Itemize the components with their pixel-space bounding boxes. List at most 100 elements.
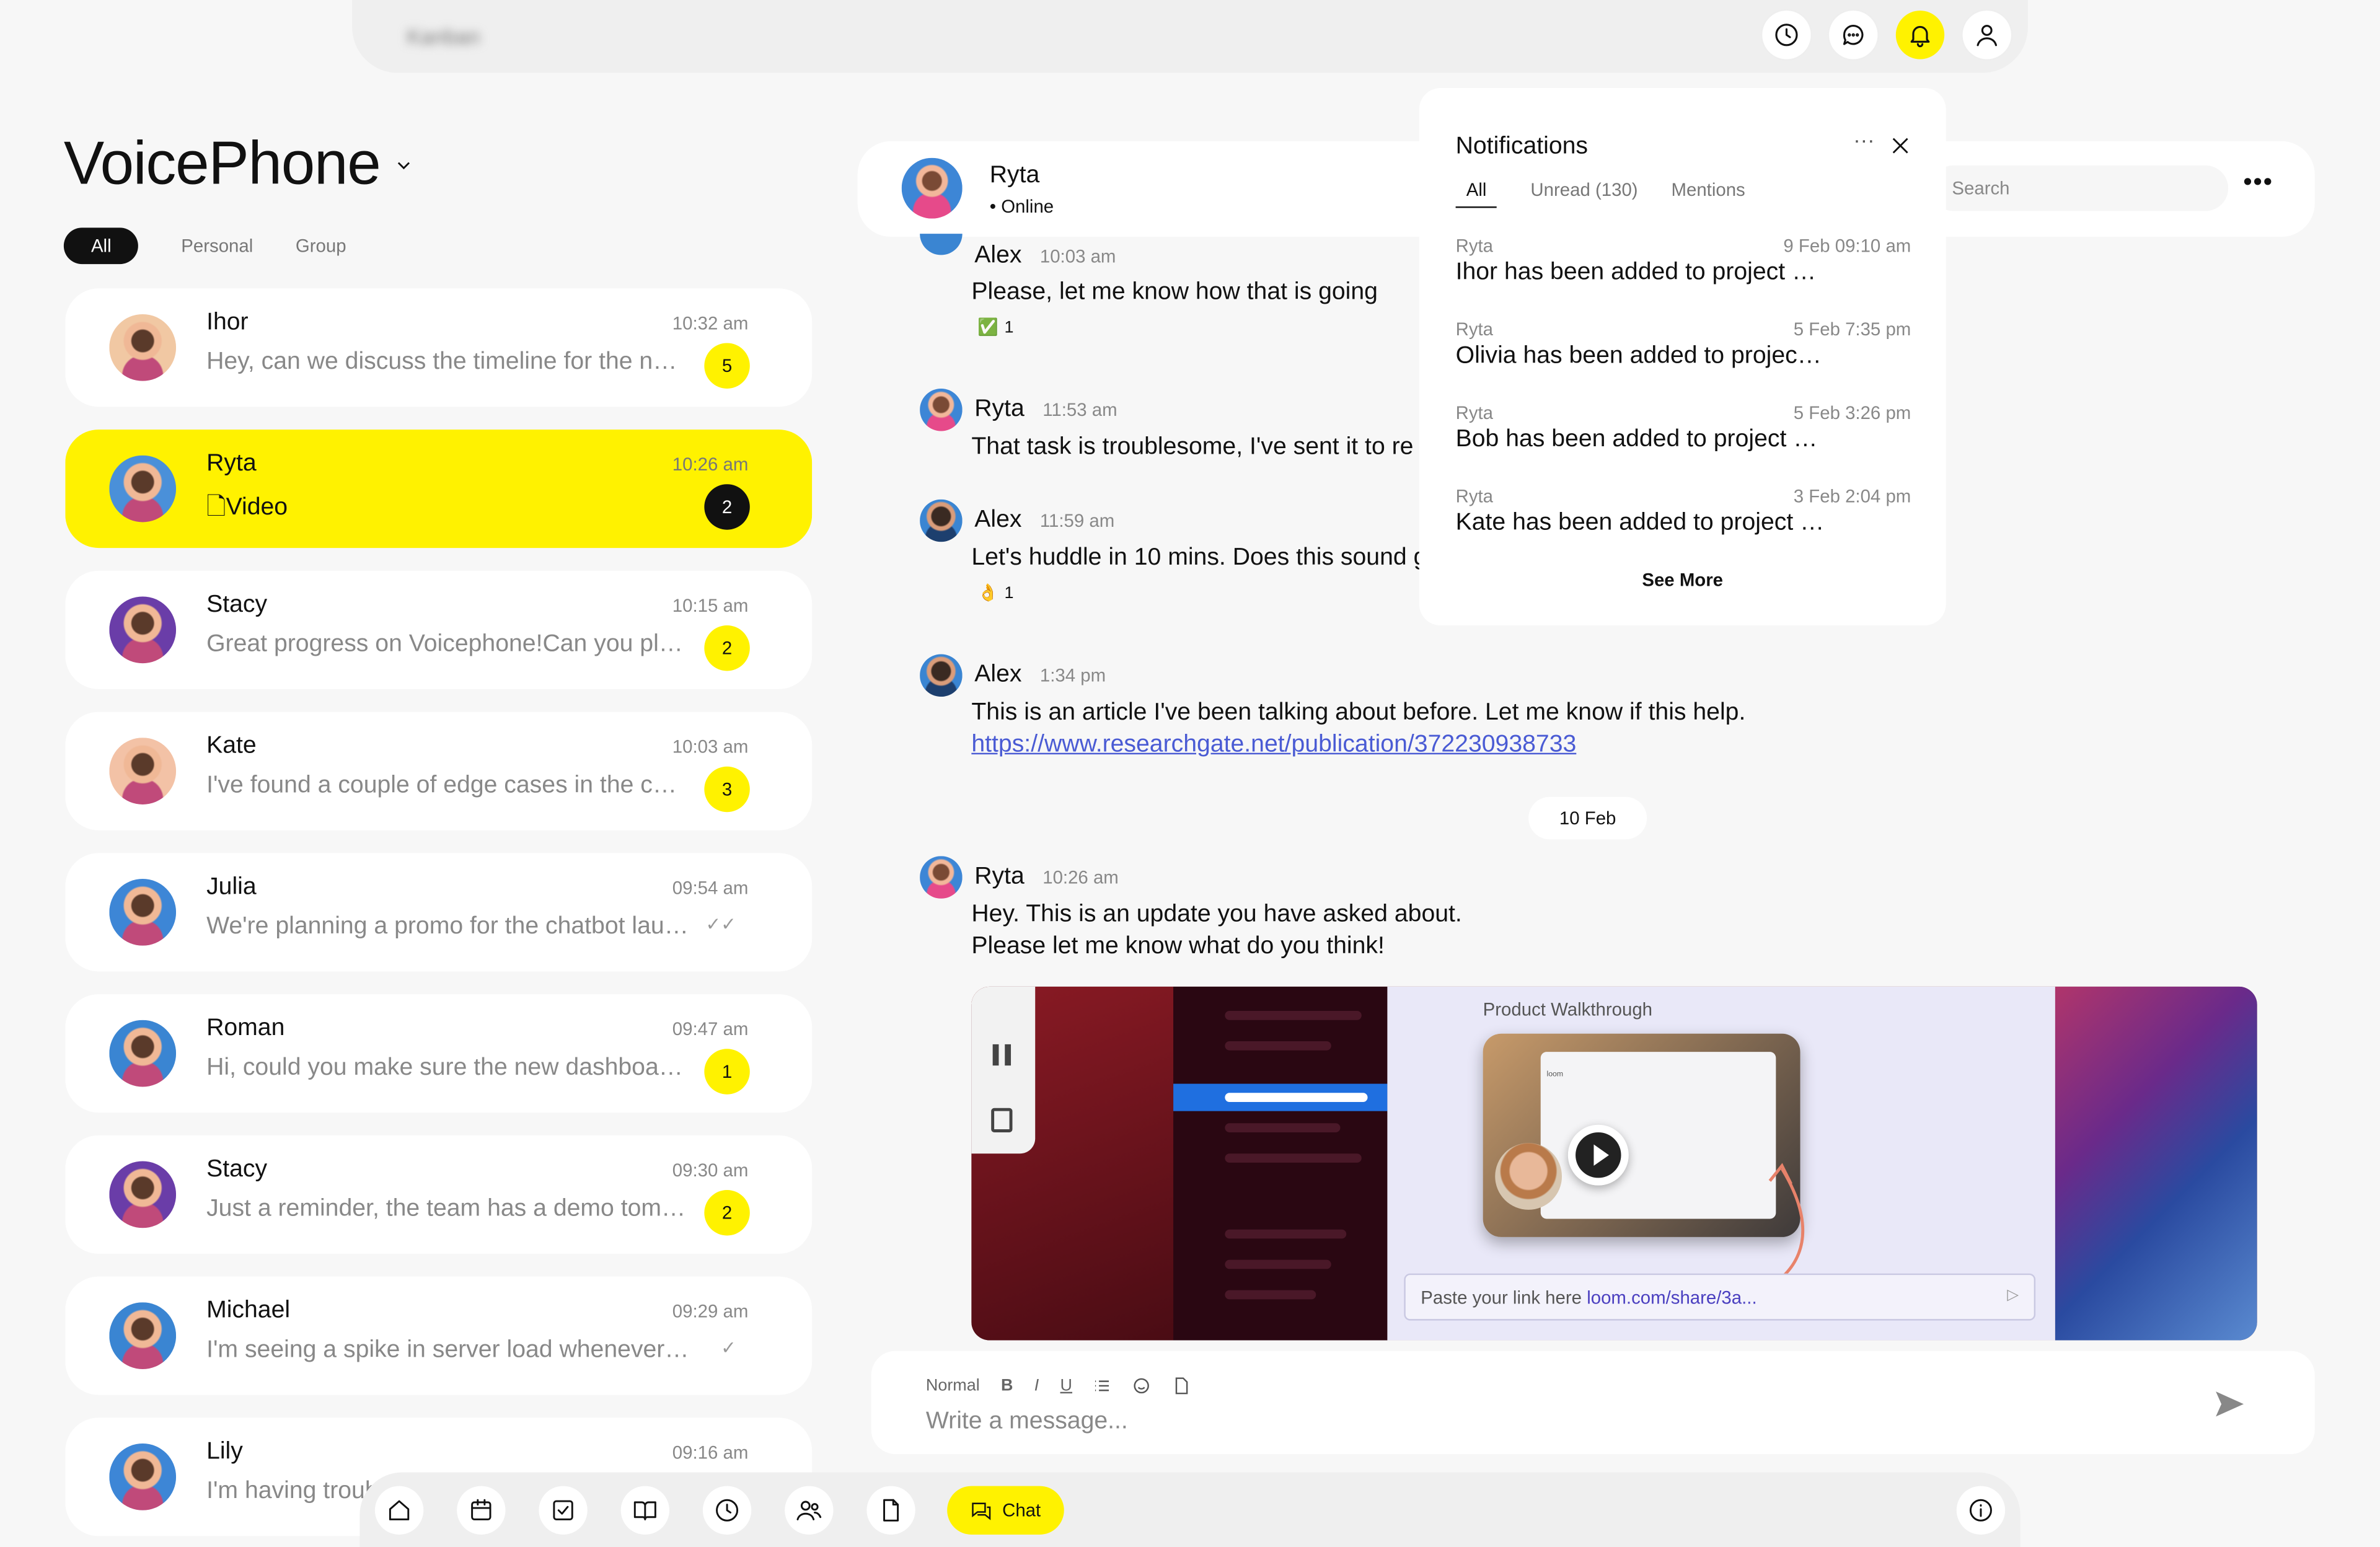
nav-home-button[interactable] bbox=[374, 1486, 424, 1535]
unread-badge: 2 bbox=[704, 1190, 750, 1236]
message-2-reaction-count: 1 bbox=[1004, 583, 1014, 602]
avatar bbox=[109, 1443, 177, 1510]
chat-list-item[interactable]: Stacy 10:15 am Great progress on Voicephon… bbox=[65, 570, 813, 689]
chat-bubble-icon bbox=[1843, 25, 1864, 45]
avatar bbox=[109, 455, 177, 522]
notifications-tab-all[interactable]: All bbox=[1455, 179, 1497, 208]
chat-contact-name: Julia bbox=[206, 874, 257, 901]
emoji-icon[interactable] bbox=[1133, 1377, 1151, 1395]
chat-time: 10:03 am bbox=[672, 736, 749, 758]
play-icon bbox=[1576, 1132, 1621, 1178]
nav-time-button[interactable] bbox=[702, 1486, 752, 1535]
search-input[interactable]: Search bbox=[1931, 165, 2229, 211]
attachment-icon[interactable] bbox=[1173, 1377, 1191, 1395]
message-2-time: 11:59 am bbox=[1039, 509, 1115, 532]
nav-files-button[interactable] bbox=[866, 1486, 915, 1535]
unread-badge: 2 bbox=[704, 484, 750, 530]
message-0-avatar bbox=[920, 234, 963, 255]
chat-list-item[interactable]: Kate 10:03 am I've found a couple of edge … bbox=[65, 712, 813, 831]
list-icon[interactable] bbox=[1093, 1377, 1111, 1395]
chat-header-name: Ryta bbox=[989, 162, 1040, 188]
bottom-navigation bbox=[359, 1472, 2021, 1547]
nav-team-button[interactable] bbox=[785, 1486, 834, 1535]
send-link-icon[interactable]: ▷ bbox=[2007, 1287, 2019, 1304]
notifications-tab-unread[interactable]: Unread (130) bbox=[1530, 179, 1637, 208]
format-select[interactable]: Normal bbox=[926, 1377, 980, 1395]
message-4-text-line-2: Please let me know what do you think! bbox=[971, 933, 1385, 959]
checkbox-icon bbox=[553, 1500, 573, 1520]
chat-list-item[interactable]: Julia 09:54 am We're planning a promo for … bbox=[65, 853, 813, 972]
message-input[interactable]: Write a message... bbox=[926, 1409, 1128, 1436]
chat-time: 10:15 am bbox=[672, 595, 749, 617]
notification-date: 5 Feb 3:26 pm bbox=[1793, 402, 1911, 424]
messages-button[interactable] bbox=[1829, 11, 1878, 60]
message-4-author: Ryta bbox=[974, 863, 1025, 890]
message-0-author: Alex bbox=[974, 242, 1022, 269]
message-2-reaction[interactable]: 👌 1 bbox=[977, 583, 1014, 603]
chat-more-button[interactable]: ••• bbox=[2244, 170, 2274, 197]
chat-contact-name: Ihor bbox=[206, 309, 249, 336]
video-attachment[interactable]: Product Walkthrough loom Paste your link… bbox=[971, 986, 2257, 1341]
chat-header-avatar[interactable] bbox=[901, 157, 963, 219]
avatar bbox=[109, 596, 177, 664]
nav-chat-button[interactable]: Chat bbox=[947, 1486, 1064, 1535]
notifications-tab-mentions[interactable]: Mentions bbox=[1672, 179, 1745, 208]
notifications-tabs: All Unread (130) Mentions bbox=[1455, 179, 1745, 208]
chat-list-item[interactable]: Ihor 10:32 am Hey, can we discuss the time… bbox=[65, 288, 813, 407]
media-wallpaper bbox=[2055, 986, 2257, 1341]
history-button[interactable] bbox=[1762, 11, 1811, 60]
presenter-bubble bbox=[1495, 1143, 1562, 1210]
avatar bbox=[109, 1020, 177, 1087]
avatar bbox=[109, 878, 177, 946]
composer-toolbar: Normal B I U bbox=[926, 1377, 1191, 1395]
send-icon[interactable] bbox=[2213, 1387, 2247, 1421]
clock-icon bbox=[716, 1499, 739, 1522]
chat-preview: Great progress on Voicephone!Can you ple… bbox=[206, 631, 689, 658]
filter-personal[interactable]: Personal bbox=[160, 227, 275, 264]
nav-calendar-button[interactable] bbox=[457, 1486, 506, 1535]
profile-button[interactable] bbox=[1962, 11, 2011, 60]
chat-time: 09:29 am bbox=[672, 1300, 749, 1323]
message-0-reaction[interactable]: ✅ 1 bbox=[977, 317, 1013, 337]
chat-list-item[interactable]: Stacy 09:30 am Just a reminder, the team h… bbox=[65, 1135, 813, 1254]
notifications-button[interactable] bbox=[1895, 11, 1945, 60]
sidebar-preview-bar bbox=[1225, 1153, 1362, 1163]
notification-text: Kate has been added to project VoicePhon… bbox=[1455, 509, 1828, 536]
nav-docs-button[interactable] bbox=[620, 1486, 670, 1535]
chat-list-item[interactable]: Michael 09:29 am I'm seeing a spike in ser… bbox=[65, 1276, 813, 1395]
recorder-controls bbox=[971, 986, 1036, 1154]
chat-header-status: • Online bbox=[989, 195, 1054, 218]
bold-button[interactable]: B bbox=[1001, 1377, 1013, 1395]
nav-info-button[interactable] bbox=[1956, 1486, 2006, 1535]
loom-preview-panel: Product Walkthrough loom Paste your link… bbox=[1387, 986, 2055, 1341]
message-0-text: Please, let me know how that is going bbox=[971, 279, 1378, 306]
chat-list-item[interactable]: Roman 09:47 am Hi, could you make sure the… bbox=[65, 994, 813, 1113]
users-icon bbox=[796, 1501, 822, 1520]
workspace-switcher[interactable]: VoicePhone bbox=[64, 131, 414, 199]
paste-link-input[interactable]: Paste your link here loom.com/share/3a..… bbox=[1404, 1273, 2036, 1321]
chat-contact-name: Stacy bbox=[206, 1157, 268, 1183]
underline-button[interactable]: U bbox=[1060, 1377, 1072, 1395]
filter-group[interactable]: Group bbox=[275, 227, 368, 264]
ok-hand-emoji-icon: 👌 bbox=[977, 584, 998, 603]
message-3-link[interactable]: https://www.researchgate.net/publication… bbox=[971, 731, 1576, 759]
notifications-more-button[interactable]: ··· bbox=[1853, 128, 1874, 152]
paste-link-value: loom.com/share/3a... bbox=[1587, 1287, 1757, 1309]
nav-tasks-button[interactable] bbox=[539, 1486, 588, 1535]
italic-button[interactable]: I bbox=[1034, 1377, 1039, 1395]
chat-time: 09:16 am bbox=[672, 1442, 749, 1463]
play-button[interactable] bbox=[1567, 1124, 1629, 1186]
filter-all[interactable]: All bbox=[63, 227, 139, 265]
notification-text: Olivia has been added to project VoicePh… bbox=[1455, 343, 1828, 369]
chat-contact-name: Lily bbox=[206, 1439, 243, 1465]
read-receipt-icon: ✓ bbox=[721, 1337, 736, 1359]
see-more-button[interactable]: See More bbox=[1419, 569, 1946, 590]
message-2-author: Alex bbox=[974, 506, 1022, 533]
chat-list-item[interactable]: Ryta 10:26 am 🗋Video 2 bbox=[65, 430, 813, 549]
close-icon[interactable] bbox=[1890, 135, 1911, 156]
nav-chat-label: Chat bbox=[1002, 1499, 1041, 1521]
avatar bbox=[109, 738, 177, 804]
trash-icon[interactable] bbox=[991, 1108, 1013, 1132]
chevron-down-icon bbox=[397, 161, 409, 169]
chat-preview: Just a reminder, the team has a demo tom… bbox=[206, 1196, 689, 1222]
